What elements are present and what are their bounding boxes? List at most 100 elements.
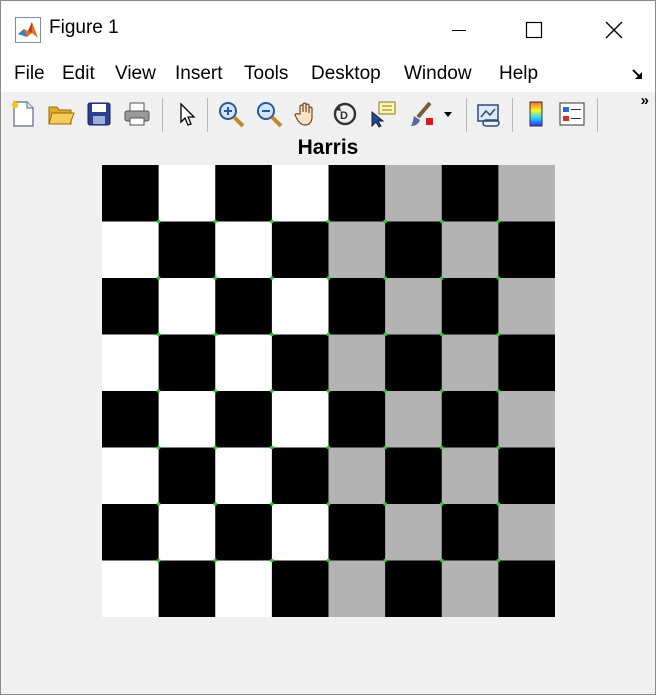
board-cell	[158, 334, 216, 392]
board-cell	[271, 165, 330, 222]
close-button[interactable]	[577, 1, 651, 58]
board-cell	[328, 447, 386, 505]
figure-toolbar: D »	[1, 92, 655, 136]
board-cell	[441, 278, 499, 335]
board-cell	[271, 447, 330, 505]
checkerboard-image[interactable]	[102, 165, 555, 617]
harris-corner-marker	[156, 445, 161, 450]
harris-corner-marker	[496, 276, 501, 280]
open-file-button[interactable]	[45, 98, 77, 130]
board-cell	[328, 334, 386, 392]
minimize-button[interactable]	[422, 1, 496, 58]
menu-file[interactable]: File	[12, 63, 47, 85]
brush-button[interactable]	[407, 98, 439, 130]
legend-button[interactable]	[556, 98, 588, 130]
title-bar[interactable]: Figure 1	[1, 1, 655, 58]
brush-dropdown-button[interactable]	[438, 98, 458, 130]
link-plot-button[interactable]	[473, 98, 505, 130]
board-cell	[498, 504, 555, 561]
menu-edit[interactable]: Edit	[60, 63, 97, 85]
board-cell	[102, 334, 160, 392]
harris-corner-marker	[156, 558, 161, 563]
toolbar-separator	[207, 98, 208, 132]
pan-button[interactable]	[291, 98, 323, 130]
board-cell	[271, 391, 330, 448]
new-figure-button[interactable]	[7, 98, 39, 130]
board-cell	[215, 221, 273, 279]
board-cell	[102, 447, 160, 505]
harris-corner-marker	[383, 332, 387, 337]
harris-corner-marker	[326, 332, 331, 337]
board-cell	[441, 560, 499, 617]
figure-window: Figure 1 File Edit View Insert Tools Des…	[0, 0, 656, 695]
board-cell	[102, 391, 160, 448]
harris-corner-marker	[213, 332, 218, 337]
board-cell	[385, 560, 443, 617]
save-icon	[87, 102, 111, 126]
board-cell	[385, 278, 443, 335]
board-cell	[158, 221, 216, 279]
board-cell	[498, 391, 555, 448]
board-cell	[328, 504, 386, 561]
board-cell	[498, 165, 555, 222]
board-cell	[215, 334, 273, 392]
rotate-3d-icon: D	[333, 102, 357, 126]
toolbar-separator	[466, 98, 467, 132]
figure-canvas[interactable]: Harris	[1, 136, 655, 694]
board-cell	[102, 560, 160, 617]
menu-help[interactable]: Help	[497, 63, 540, 85]
colorbar-button[interactable]	[520, 98, 552, 130]
board-cell	[271, 278, 330, 335]
harris-corner-marker	[156, 389, 161, 393]
board-cell	[441, 504, 499, 561]
edit-plot-button[interactable]	[171, 98, 203, 130]
zoom-in-button[interactable]	[215, 98, 247, 130]
zoom-out-button[interactable]	[253, 98, 285, 130]
menu-tools[interactable]: Tools	[242, 63, 290, 85]
data-cursor-icon	[371, 101, 396, 128]
harris-corner-marker	[496, 558, 501, 563]
toolbar-overflow-button[interactable]: »	[641, 92, 649, 109]
save-button[interactable]	[83, 98, 115, 130]
close-icon	[605, 21, 623, 38]
harris-corner-marker	[383, 502, 387, 506]
menu-view[interactable]: View	[113, 63, 158, 85]
matlab-logo-icon	[15, 17, 41, 43]
board-cell	[158, 165, 216, 222]
board-cell	[271, 221, 330, 279]
board-cell	[328, 165, 386, 222]
menu-desktop[interactable]: Desktop	[309, 63, 383, 85]
harris-corner-marker	[326, 558, 331, 563]
harris-corner-marker	[156, 332, 161, 337]
board-cell	[498, 278, 555, 335]
harris-corner-marker	[439, 276, 444, 280]
board-cell	[215, 447, 273, 505]
board-cell	[385, 334, 443, 392]
brush-icon	[411, 101, 433, 126]
board-cell	[215, 165, 273, 222]
board-cell	[102, 221, 160, 279]
board-cell	[102, 504, 160, 561]
maximize-button[interactable]	[497, 1, 571, 58]
harris-corner-marker	[383, 445, 387, 450]
legend-icon	[559, 102, 585, 126]
rotate-3d-button[interactable]: D	[329, 98, 361, 130]
harris-corner-marker	[270, 332, 274, 337]
colorbar-icon	[529, 101, 543, 127]
board-cell	[158, 504, 216, 561]
data-cursor-button[interactable]	[367, 98, 399, 130]
dock-arrow-icon[interactable]	[631, 68, 645, 82]
menu-insert[interactable]: Insert	[173, 63, 225, 85]
harris-corner-marker	[213, 445, 218, 450]
print-button[interactable]	[121, 98, 153, 130]
board-cell	[158, 447, 216, 505]
menu-window[interactable]: Window	[402, 63, 474, 85]
board-cell	[215, 504, 273, 561]
print-icon	[124, 102, 150, 126]
board-cell	[328, 560, 386, 617]
board-cell	[441, 391, 499, 448]
harris-corner-marker	[383, 389, 387, 393]
board-cell	[328, 278, 386, 335]
board-cell	[385, 504, 443, 561]
board-cell	[385, 221, 443, 279]
